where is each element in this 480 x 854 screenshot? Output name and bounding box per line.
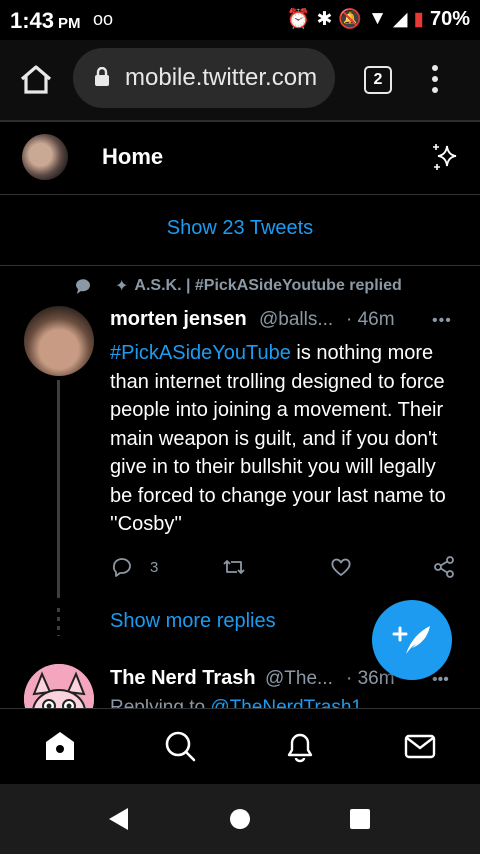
system-nav-bar	[0, 784, 480, 854]
tab-switcher-button[interactable]: 2	[364, 66, 392, 94]
thread-dots	[57, 608, 60, 636]
more-menu-icon[interactable]	[429, 64, 441, 94]
wifi-icon: ▼	[368, 8, 387, 29]
page-title: Home	[102, 144, 164, 169]
status-bar: 1:43 PM oo ⏰ ✱ 🔕 ▼ ◢ ▮ 70%	[0, 0, 480, 40]
home-circle-icon[interactable]	[229, 808, 251, 830]
hashtag-link[interactable]: #PickASideYouTube	[110, 342, 291, 364]
share-button[interactable]	[432, 555, 456, 579]
twitter-header: Home	[0, 122, 480, 195]
back-icon[interactable]	[106, 806, 132, 832]
battery-icon: ▮	[413, 8, 424, 30]
tweet-author-name[interactable]: morten jensen	[110, 308, 247, 331]
retweet-button[interactable]	[222, 555, 246, 579]
reply-icon	[112, 558, 131, 577]
tweet2-author-handle[interactable]: @The...	[265, 668, 333, 690]
profile-avatar[interactable]	[22, 134, 68, 180]
status-icons: ⏰ ✱ 🔕 ▼ ◢ ▮ 70%	[287, 7, 470, 31]
feather-plus-icon	[392, 626, 430, 654]
status-time: 1:43 PM	[10, 8, 81, 33]
signal-icon: ◢	[392, 8, 408, 30]
social-context: ✦ A.S.K. | #PickASideYoutube replied	[73, 276, 402, 296]
tweet-actions: 3	[110, 555, 460, 581]
tweet-text: #PickASideYouTube is nothing more than i…	[110, 342, 446, 535]
messages-tab-icon[interactable]	[403, 729, 437, 763]
recents-icon[interactable]	[349, 808, 371, 830]
voicemail-icon: oo	[93, 9, 114, 29]
browser-toolbar: mobile.twitter.com 2	[0, 40, 480, 122]
context-text[interactable]: A.S.K. | #PickASideYoutube replied	[134, 277, 401, 295]
lock-icon	[95, 67, 109, 86]
home-icon[interactable]	[18, 62, 54, 98]
show-more-replies[interactable]: Show more replies	[110, 610, 276, 633]
address-bar[interactable]: mobile.twitter.com	[73, 48, 335, 108]
reply-button[interactable]: 3	[110, 555, 158, 579]
home-tab-icon[interactable]	[43, 729, 77, 763]
thread-line	[57, 380, 60, 598]
reply-bubble-icon	[76, 279, 90, 294]
sparkle-icon[interactable]	[430, 142, 460, 172]
show-new-tweets[interactable]: Show 23 Tweets	[0, 195, 480, 266]
show-tweets-label: Show 23 Tweets	[166, 217, 314, 239]
tweet-time[interactable]: · 46m	[346, 309, 395, 331]
reply-count: 3	[150, 558, 159, 576]
heart-icon	[331, 558, 351, 576]
tweet-author-avatar[interactable]	[24, 306, 94, 376]
compose-tweet-button[interactable]	[372, 600, 452, 680]
share-icon	[434, 556, 454, 578]
retweet-icon	[223, 560, 245, 574]
bluetooth-icon: ✱	[316, 8, 333, 30]
tweet-more-icon[interactable]: •••	[432, 312, 452, 330]
url-text: mobile.twitter.com	[125, 64, 318, 91]
bottom-tab-bar	[0, 708, 480, 784]
alarm-icon: ⏰	[286, 9, 311, 30]
like-button[interactable]	[329, 555, 353, 579]
battery-percent: 70%	[429, 7, 470, 30]
notifications-tab-icon[interactable]	[283, 729, 317, 763]
tweet2-author-name[interactable]: The Nerd Trash	[110, 667, 256, 690]
search-tab-icon[interactable]	[163, 729, 197, 763]
tweet-author-handle[interactable]: @balls...	[259, 309, 333, 331]
mute-icon: 🔕	[338, 9, 363, 30]
